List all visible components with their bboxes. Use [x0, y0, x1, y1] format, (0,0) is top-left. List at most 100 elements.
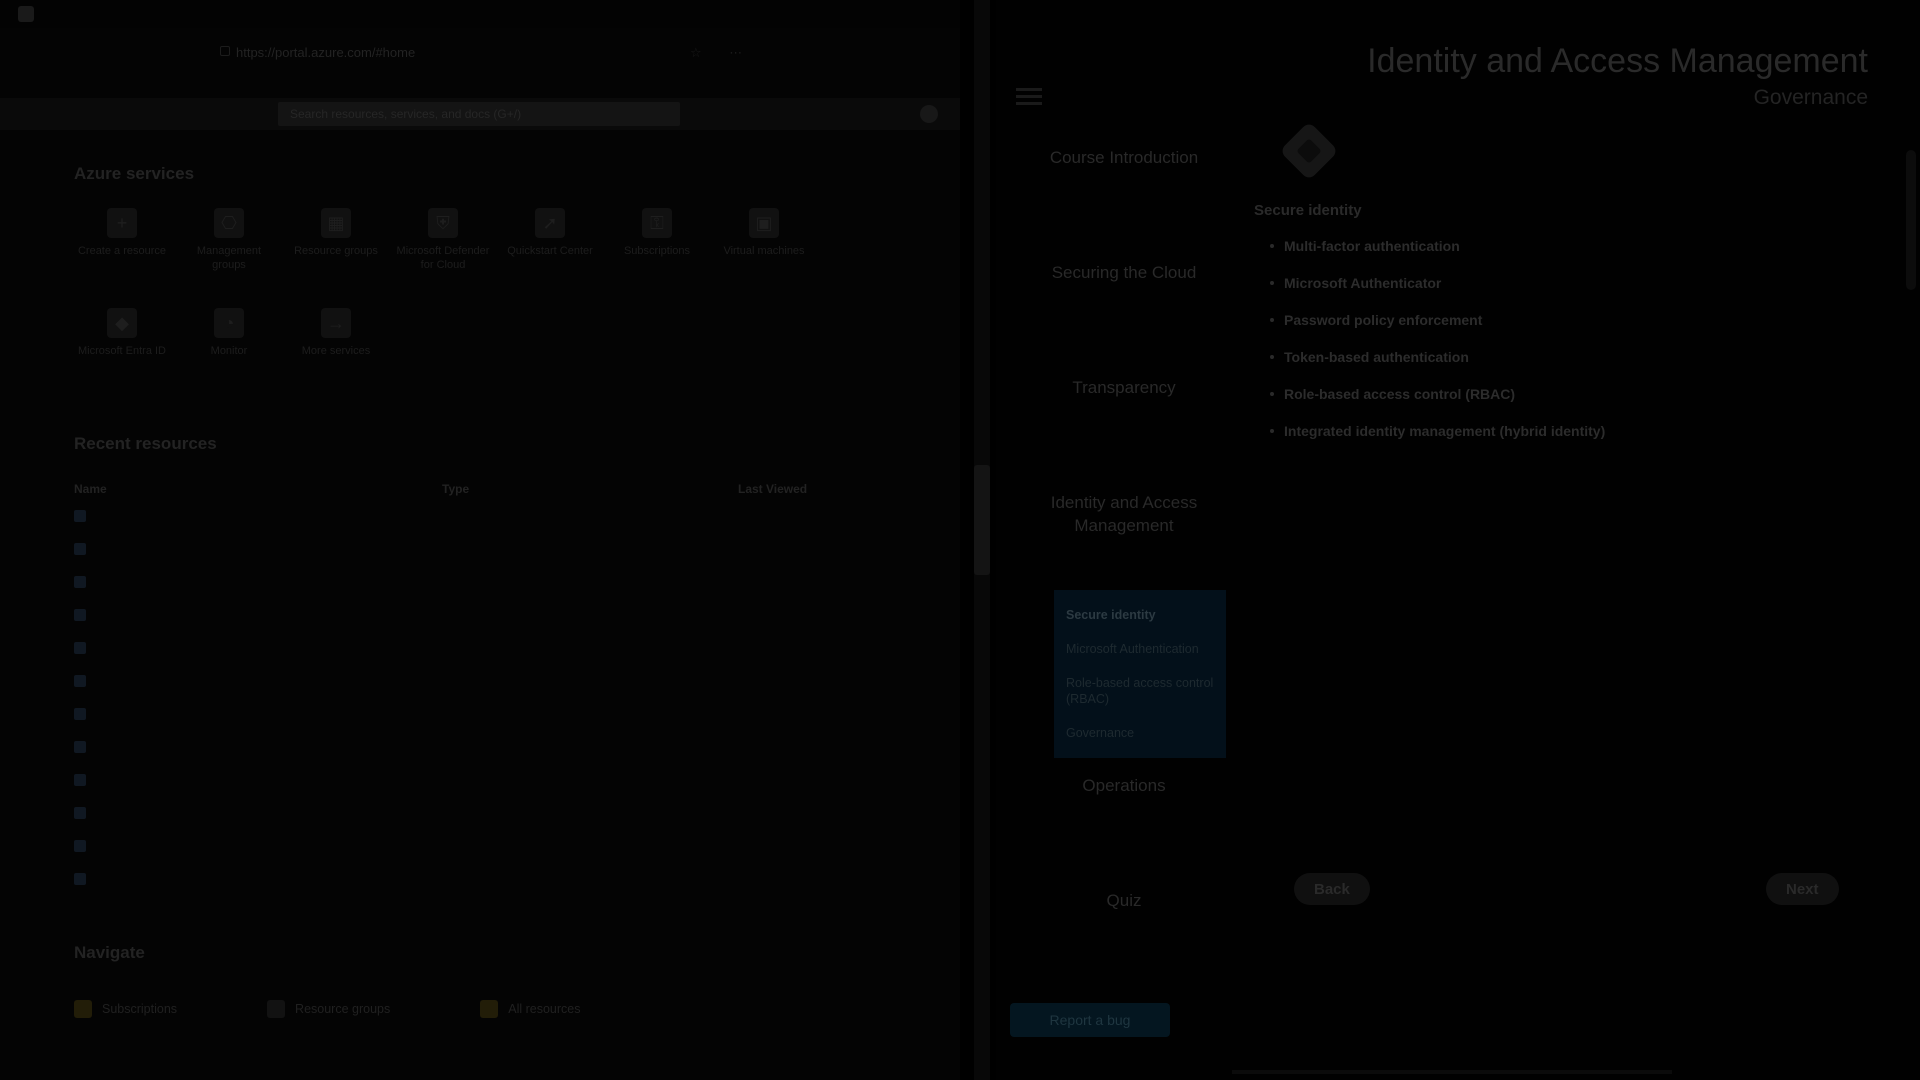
resource-name-cell[interactable]: [74, 830, 442, 863]
service-tile[interactable]: ⎔ Management groups: [179, 208, 279, 272]
resource-icon: [74, 609, 86, 622]
navigate-label: Subscriptions: [102, 1002, 178, 1016]
service-tile[interactable]: ◔ Monitor: [179, 308, 279, 358]
last-viewed-cell: [738, 863, 814, 896]
table-row[interactable]: [74, 764, 814, 797]
portal-search-input[interactable]: Search resources, services, and docs (G+…: [278, 102, 680, 126]
monitor-icon: ◔: [214, 308, 244, 338]
resource-icon: [74, 807, 86, 820]
list-item: Password policy enforcement: [1270, 311, 1890, 330]
resource-icon: [74, 510, 86, 523]
table-row[interactable]: [74, 665, 814, 698]
service-label: Microsoft Defender for Cloud: [396, 245, 490, 271]
toc-submenu: Secure identity Microsoft Authentication R…: [1054, 590, 1226, 758]
col-type-header[interactable]: Type: [442, 478, 738, 500]
toc-item[interactable]: Securing the Cloud: [1012, 245, 1236, 360]
course-table-of-contents: Course Introduction Securing the Cloud Tra…: [1012, 130, 1236, 988]
toc-subitem[interactable]: Governance: [1054, 716, 1226, 750]
service-tile[interactable]: + Create a resource: [72, 208, 172, 258]
service-tile[interactable]: ➚ Quickstart Center: [500, 208, 600, 258]
navigate-subscriptions[interactable]: Subscriptions: [74, 1000, 177, 1018]
service-tile[interactable]: ▣ Virtual machines: [714, 208, 814, 258]
service-label: Microsoft Entra ID: [77, 345, 167, 357]
resource-name-cell[interactable]: [74, 500, 442, 533]
last-viewed-cell: [738, 632, 814, 665]
next-button[interactable]: Next: [1766, 873, 1839, 905]
table-row[interactable]: [74, 599, 814, 632]
service-tile[interactable]: → More services: [286, 308, 386, 358]
menu-icon[interactable]: [1016, 88, 1042, 106]
resource-name-cell[interactable]: [74, 599, 442, 632]
azure-logo-icon: [18, 6, 34, 22]
table-row[interactable]: [74, 632, 814, 665]
navigate-all-resources[interactable]: All resources: [480, 1000, 581, 1018]
col-last-viewed-header[interactable]: Last Viewed: [738, 478, 814, 500]
service-label: Management groups: [196, 245, 262, 271]
address-bar[interactable]: https://portal.azure.com/#home ☆ ⋯: [150, 40, 790, 64]
resource-type-cell: [442, 698, 738, 731]
resource-type-cell: [442, 632, 738, 665]
service-tile[interactable]: ◆ Microsoft Entra ID: [72, 308, 172, 358]
list-item: Token-based authentication: [1270, 348, 1890, 367]
service-label: More services: [301, 345, 371, 357]
list-item: Integrated identity management (hybrid i…: [1270, 422, 1890, 441]
toc-subitem[interactable]: Role-based access control (RBAC): [1054, 666, 1226, 716]
service-tile[interactable]: ⛨ Microsoft Defender for Cloud: [393, 208, 493, 272]
service-tile[interactable]: ⚿ Subscriptions: [607, 208, 707, 258]
resource-name-cell[interactable]: [74, 797, 442, 830]
resource-name-cell[interactable]: [74, 731, 442, 764]
table-row[interactable]: [74, 863, 814, 896]
table-row[interactable]: [74, 500, 814, 533]
resource-name-cell[interactable]: [74, 764, 442, 797]
resource-name-cell[interactable]: [74, 632, 442, 665]
divider-grip-handle[interactable]: [974, 465, 990, 575]
resource-groups-icon: [267, 1000, 286, 1018]
resource-icon: [74, 708, 86, 721]
resource-icon: [74, 741, 86, 754]
table-row[interactable]: [74, 566, 814, 599]
resource-name-cell[interactable]: [74, 863, 442, 896]
toc-item-title: Securing the Cloud: [1051, 263, 1197, 282]
resource-type-cell: [442, 797, 738, 830]
col-name-header[interactable]: Name: [74, 478, 442, 500]
toc-item[interactable]: Operations: [1012, 758, 1236, 873]
list-item-term: Role-based access control (RBAC): [1284, 386, 1516, 402]
resource-type-cell: [442, 599, 738, 632]
browser-tab-bar: [0, 0, 960, 28]
resource-name-cell[interactable]: [74, 533, 442, 566]
service-tile[interactable]: ▦ Resource groups: [286, 208, 386, 258]
list-item-term: Integrated identity management (hybrid i…: [1284, 423, 1606, 439]
back-button[interactable]: Back: [1294, 873, 1370, 905]
toc-subitem[interactable]: Microsoft Authentication: [1054, 632, 1226, 666]
content-scrollbar[interactable]: [1906, 150, 1916, 290]
table-row[interactable]: [74, 533, 814, 566]
toc-item[interactable]: Quiz: [1012, 873, 1236, 988]
table-row[interactable]: [74, 830, 814, 863]
arrow-right-icon: →: [321, 308, 351, 338]
browser-actions-icon[interactable]: ☆ ⋯: [690, 45, 754, 61]
resource-icon: [74, 873, 86, 886]
resource-name-cell[interactable]: [74, 698, 442, 731]
resource-name-cell[interactable]: [74, 566, 442, 599]
navigate-resource-groups[interactable]: Resource groups: [267, 1000, 390, 1018]
list-item: Role-based access control (RBAC): [1270, 385, 1890, 404]
resource-name-cell[interactable]: [74, 665, 442, 698]
last-viewed-cell: [738, 599, 814, 632]
table-row[interactable]: [74, 698, 814, 731]
resource-icon: [74, 576, 86, 589]
toc-subitem[interactable]: Secure identity: [1054, 598, 1226, 632]
resource-type-cell: [442, 830, 738, 863]
url-text[interactable]: https://portal.azure.com/#home: [236, 45, 415, 60]
toc-item[interactable]: Course Introduction: [1012, 130, 1236, 245]
table-row[interactable]: [74, 731, 814, 764]
table-row[interactable]: [74, 797, 814, 830]
list-item: Multi-factor authentication: [1270, 237, 1890, 256]
report-bug-button[interactable]: Report a bug: [1010, 1003, 1170, 1037]
toc-item-title: Identity and Access Management: [1050, 493, 1198, 535]
navigate-links: Subscriptions Resource groups All resour…: [74, 1000, 581, 1018]
split-divider[interactable]: [974, 0, 990, 1080]
account-avatar[interactable]: [920, 105, 938, 123]
resource-type-cell: [442, 764, 738, 797]
toc-item[interactable]: Transparency: [1012, 360, 1236, 475]
toc-item[interactable]: Identity and Access Management: [1012, 475, 1236, 590]
